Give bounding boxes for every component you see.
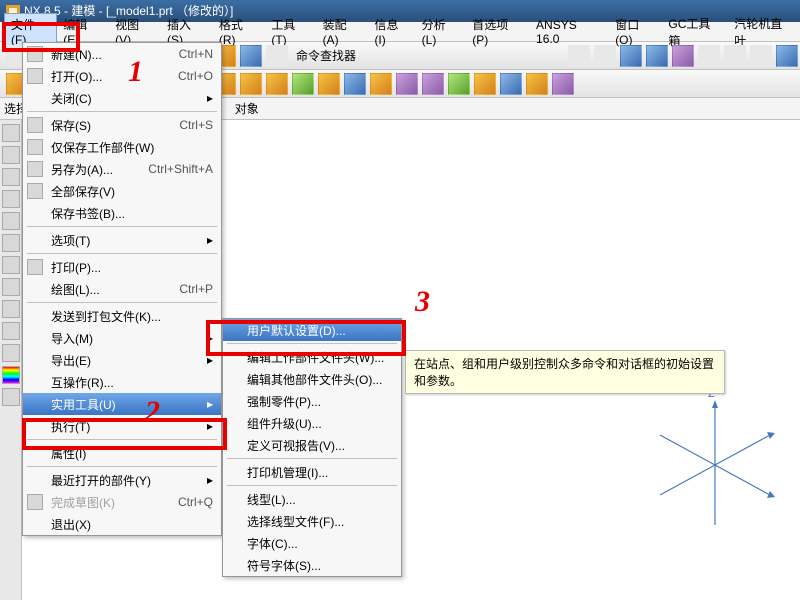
tooltip: 在站点、组和用户级别控制众多命令和对话框的初始设置和参数。 [405, 350, 725, 394]
feat-extra2-icon[interactable] [552, 73, 574, 95]
tooltip-text: 在站点、组和用户级别控制众多命令和对话框的初始设置和参数。 [414, 357, 714, 388]
new-icon [27, 46, 43, 62]
submenu-fonts[interactable]: 字体(C)... [223, 532, 401, 554]
dock-browser-icon[interactable] [2, 234, 20, 252]
dock-settings-icon[interactable] [2, 344, 20, 362]
feat-mirror-icon[interactable] [422, 73, 444, 95]
menu-save-work[interactable]: 仅保存工作部件(W) [23, 136, 221, 158]
feat-blend-icon[interactable] [292, 73, 314, 95]
save-all-icon [27, 183, 43, 199]
submenu-symbol-fonts[interactable]: 符号字体(S)... [223, 554, 401, 576]
menu-execute[interactable]: 执行(T)▸ [23, 415, 221, 437]
tb-wireframe-icon[interactable] [698, 45, 720, 67]
feat-unite-icon[interactable] [448, 73, 470, 95]
menu-save[interactable]: 保存(S)Ctrl+S [23, 114, 221, 136]
menu-assembly[interactable]: 装配(A) [317, 14, 369, 49]
save-icon [27, 117, 43, 133]
tb-fit-icon[interactable] [568, 45, 590, 67]
dock-render-icon[interactable] [2, 322, 20, 340]
menu-exit[interactable]: 退出(X) [23, 513, 221, 535]
menu-ansys[interactable]: ANSYS 16.0 [530, 16, 609, 48]
dock-part-icon[interactable] [2, 146, 20, 164]
menu-save-as[interactable]: 另存为(A)...Ctrl+Shift+A [23, 158, 221, 180]
dock-palette-icon[interactable] [2, 366, 20, 384]
tb-cube-icon[interactable] [672, 45, 694, 67]
left-dock [0, 120, 22, 600]
command-finder-label[interactable]: 命令查找器 [296, 47, 356, 64]
feat-draft-icon[interactable] [344, 73, 366, 95]
dock-last-icon[interactable] [2, 388, 20, 406]
menu-save-all[interactable]: 全部保存(V) [23, 180, 221, 202]
menu-interop[interactable]: 互操作(R)... [23, 371, 221, 393]
submenu-user-defaults[interactable]: 用户默认设置(D)... [223, 319, 401, 341]
feat-extra1-icon[interactable] [526, 73, 548, 95]
feat-subtract-icon[interactable] [474, 73, 496, 95]
feat-intersect-icon[interactable] [500, 73, 522, 95]
dock-measure-icon[interactable] [2, 278, 20, 296]
dock-assy-icon[interactable] [2, 168, 20, 186]
open-icon [27, 68, 43, 84]
feat-shell-icon[interactable] [370, 73, 392, 95]
menu-plot[interactable]: 绘图(L)...Ctrl+P [23, 278, 221, 300]
menu-properties[interactable]: 属性(I) [23, 442, 221, 464]
menu-save-bookmark[interactable]: 保存书签(B)... [23, 202, 221, 224]
menu-close[interactable]: 关闭(C)▸ [23, 87, 221, 109]
submenu-comp-upgrade[interactable]: 组件升级(U)... [223, 412, 401, 434]
submenu-custom-report[interactable]: 定义可视报告(V)... [223, 434, 401, 456]
selection-label-suffix: 对象 [235, 102, 259, 116]
menu-send-pack[interactable]: 发送到打包文件(K)... [23, 305, 221, 327]
menu-export[interactable]: 导出(E)▸ [23, 349, 221, 371]
tb-last-icon[interactable] [776, 45, 798, 67]
submenu-line-type[interactable]: 线型(L)... [223, 488, 401, 510]
tb-rect1-icon[interactable] [724, 45, 746, 67]
save-as-icon [27, 161, 43, 177]
menu-import[interactable]: 导入(M)▸ [23, 327, 221, 349]
submenu-edit-work-header[interactable]: 编辑工作部件文件头(W)... [223, 346, 401, 368]
submenu-edit-other-header[interactable]: 编辑其他部件文件头(O)... [223, 368, 401, 390]
submenu-force-part[interactable]: 强制零件(P)... [223, 390, 401, 412]
menu-analysis[interactable]: 分析(L) [416, 14, 467, 49]
utilities-submenu: 用户默认设置(D)... 编辑工作部件文件头(W)... 编辑其他部件文件头(O… [222, 318, 402, 577]
menu-bar: 文件(F) 编辑(E) 视图(V) 插入(S) 格式(R) 工具(T) 装配(A… [0, 22, 800, 42]
finish-sketch-icon [27, 494, 43, 510]
menu-preferences[interactable]: 首选项(P) [466, 14, 530, 49]
file-menu-dropdown: 新建(N)...Ctrl+N 打开(O)...Ctrl+O 关闭(C)▸ 保存(… [22, 42, 222, 536]
menu-open[interactable]: 打开(O)...Ctrl+O [23, 65, 221, 87]
menu-recent[interactable]: 最近打开的部件(Y)▸ [23, 469, 221, 491]
dock-hdr-icon[interactable] [2, 300, 20, 318]
menu-finish-sketch: 完成草图(K)Ctrl+Q [23, 491, 221, 513]
dock-reuse-icon[interactable] [2, 212, 20, 230]
tb-zoom-icon[interactable] [594, 45, 616, 67]
menu-info[interactable]: 信息(I) [368, 14, 415, 49]
dock-history-icon[interactable] [2, 190, 20, 208]
feat-chamfer-icon[interactable] [318, 73, 340, 95]
menu-new[interactable]: 新建(N)...Ctrl+N [23, 43, 221, 65]
dock-navigator-icon[interactable] [2, 124, 20, 142]
tb-misc2-icon[interactable] [240, 45, 262, 67]
dock-sketch-icon[interactable] [2, 256, 20, 274]
tb-shade1-icon[interactable] [620, 45, 642, 67]
menu-utilities[interactable]: 实用工具(U)▸ [23, 393, 221, 415]
submenu-select-line-file[interactable]: 选择线型文件(F)... [223, 510, 401, 532]
menu-print[interactable]: 打印(P)... [23, 256, 221, 278]
feat-groove-icon[interactable] [266, 73, 288, 95]
feat-pad-icon[interactable] [240, 73, 262, 95]
tb-binoculars-icon[interactable] [266, 45, 288, 67]
print-icon [27, 259, 43, 275]
tb-shade2-icon[interactable] [646, 45, 668, 67]
save-work-icon [27, 139, 43, 155]
view-triad: Z [650, 400, 780, 530]
menu-options[interactable]: 选项(T)▸ [23, 229, 221, 251]
submenu-printer-admin[interactable]: 打印机管理(I)... [223, 461, 401, 483]
feat-pattern-icon[interactable] [396, 73, 418, 95]
tb-rect2-icon[interactable] [750, 45, 772, 67]
